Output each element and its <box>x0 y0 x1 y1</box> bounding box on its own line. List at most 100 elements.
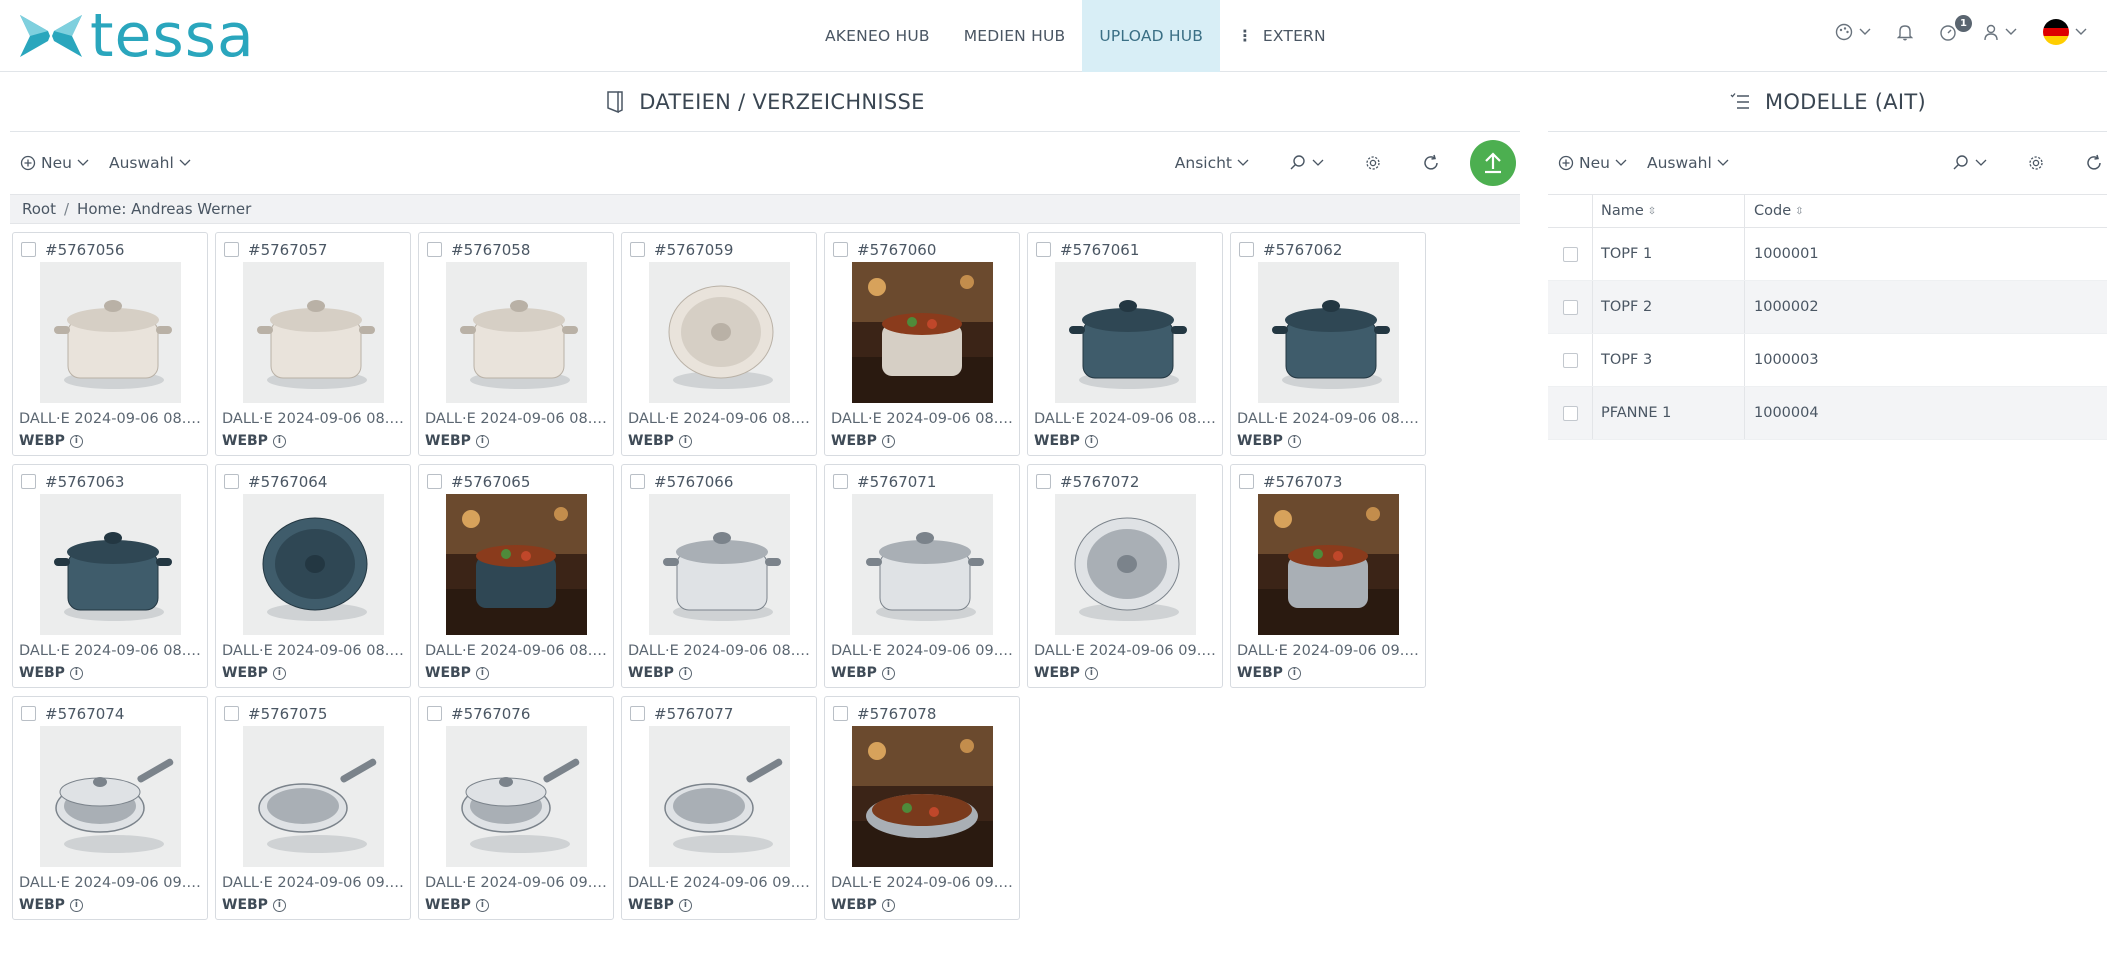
asset-card[interactable]: #5767058 DALL·E 2024-09-06 08.44.20 WEBP i <box>418 232 614 456</box>
row-checkbox[interactable] <box>1562 246 1578 262</box>
breadcrumb-root[interactable]: Root <box>22 200 56 218</box>
asset-card[interactable]: #5767061 DALL·E 2024-09-06 08.46.10 WEBP i <box>1027 232 1223 456</box>
info-icon[interactable]: i <box>678 434 692 448</box>
asset-checkbox[interactable] <box>21 242 36 257</box>
info-icon[interactable]: i <box>272 666 286 680</box>
asset-thumbnail[interactable] <box>40 494 181 635</box>
asset-checkbox[interactable] <box>21 706 36 721</box>
user-menu[interactable] <box>1983 23 2017 41</box>
asset-checkbox[interactable] <box>1239 242 1254 257</box>
theme-menu[interactable] <box>1835 23 1871 41</box>
asset-card[interactable]: #5767072 DALL·E 2024-09-06 09.10.07 WEBP i <box>1027 464 1223 688</box>
asset-card[interactable]: #5767057 DALL·E 2024-09-06 08.44.15 WEBP i <box>215 232 411 456</box>
asset-checkbox[interactable] <box>833 474 848 489</box>
asset-thumbnail[interactable] <box>1055 494 1196 635</box>
asset-checkbox[interactable] <box>630 474 645 489</box>
settings-button[interactable] <box>1364 154 1382 172</box>
asset-checkbox[interactable] <box>833 706 848 721</box>
info-icon[interactable]: i <box>1084 434 1098 448</box>
asset-card[interactable]: #5767073 DALL·E 2024-09-06 09.11.20 WEBP i <box>1230 464 1426 688</box>
asset-thumbnail[interactable] <box>446 262 587 403</box>
info-icon[interactable]: i <box>272 434 286 448</box>
model-refresh-button[interactable] <box>2085 154 2103 172</box>
new-button[interactable]: Neu <box>20 154 89 172</box>
asset-card[interactable]: #5767056 DALL·E 2024-09-06 08.44.11 WEBP i <box>12 232 208 456</box>
info-icon[interactable]: i <box>881 434 895 448</box>
asset-card[interactable]: #5767078 DALL·E 2024-09-06 09.16.22 WEBP i <box>824 696 1020 920</box>
asset-card[interactable]: #5767059 DALL·E 2024-09-06 08.44.24 WEBP i <box>621 232 817 456</box>
info-icon[interactable]: i <box>69 434 83 448</box>
info-icon[interactable]: i <box>1287 434 1301 448</box>
info-icon[interactable]: i <box>678 898 692 912</box>
asset-card[interactable]: #5767064 DALL·E 2024-09-06 08.46.22 WEBP i <box>215 464 411 688</box>
asset-checkbox[interactable] <box>1239 474 1254 489</box>
asset-card[interactable]: #5767065 DALL·E 2024-09-06 08.47.01 WEBP i <box>418 464 614 688</box>
asset-card[interactable]: #5767076 DALL·E 2024-09-06 09.15.40 WEBP i <box>418 696 614 920</box>
nav-upload-hub[interactable]: UPLOAD HUB <box>1082 0 1221 72</box>
asset-thumbnail[interactable] <box>649 494 790 635</box>
info-icon[interactable]: i <box>475 666 489 680</box>
asset-thumbnail[interactable] <box>446 494 587 635</box>
asset-card[interactable]: #5767060 DALL·E 2024-09-06 08.45.02 WEBP i <box>824 232 1020 456</box>
info-icon[interactable]: i <box>1084 666 1098 680</box>
asset-card[interactable]: #5767074 DALL·E 2024-09-06 09.15.31 WEBP i <box>12 696 208 920</box>
select-model-button[interactable]: Auswahl <box>1647 154 1729 172</box>
asset-thumbnail[interactable] <box>1055 262 1196 403</box>
asset-thumbnail[interactable] <box>243 494 384 635</box>
asset-thumbnail[interactable] <box>40 262 181 403</box>
asset-card[interactable]: #5767071 DALL·E 2024-09-06 09.10.03 WEBP i <box>824 464 1020 688</box>
asset-checkbox[interactable] <box>427 706 442 721</box>
asset-checkbox[interactable] <box>224 474 239 489</box>
asset-checkbox[interactable] <box>427 474 442 489</box>
asset-thumbnail[interactable] <box>852 726 993 867</box>
new-model-button[interactable]: Neu <box>1558 154 1627 172</box>
asset-card[interactable]: #5767063 DALL·E 2024-09-06 08.46.18 WEBP i <box>12 464 208 688</box>
asset-card[interactable]: #5767062 DALL·E 2024-09-06 08.46.14 WEBP i <box>1230 232 1426 456</box>
view-button[interactable]: Ansicht <box>1175 154 1249 172</box>
info-icon[interactable]: i <box>69 666 83 680</box>
asset-checkbox[interactable] <box>427 242 442 257</box>
asset-thumbnail[interactable] <box>649 262 790 403</box>
asset-thumbnail[interactable] <box>649 726 790 867</box>
info-icon[interactable]: i <box>881 898 895 912</box>
info-icon[interactable]: i <box>272 898 286 912</box>
table-row[interactable]: TOPF 2 1000002 <box>1548 281 2107 334</box>
asset-thumbnail[interactable] <box>40 726 181 867</box>
language-menu[interactable] <box>2043 19 2087 45</box>
info-icon[interactable]: i <box>881 666 895 680</box>
asset-checkbox[interactable] <box>630 706 645 721</box>
asset-thumbnail[interactable] <box>852 262 993 403</box>
asset-card[interactable]: #5767066 DALL·E 2024-09-06 08.58.40 WEBP i <box>621 464 817 688</box>
asset-card[interactable]: #5767075 DALL·E 2024-09-06 09.15.36 WEBP i <box>215 696 411 920</box>
asset-checkbox[interactable] <box>1036 242 1051 257</box>
table-row[interactable]: TOPF 3 1000003 <box>1548 334 2107 387</box>
column-name-header[interactable]: Name ⇳ <box>1592 195 1744 227</box>
select-button[interactable]: Auswahl <box>109 154 191 172</box>
model-search-button[interactable] <box>1952 154 1987 172</box>
nav-extern[interactable]: ⋮ EXTERN <box>1220 0 1343 72</box>
info-icon[interactable]: i <box>1287 666 1301 680</box>
column-code-header[interactable]: Code ⇳ <box>1744 195 2107 227</box>
asset-thumbnail[interactable] <box>446 726 587 867</box>
asset-checkbox[interactable] <box>224 242 239 257</box>
asset-checkbox[interactable] <box>630 242 645 257</box>
info-icon[interactable]: i <box>475 898 489 912</box>
asset-thumbnail[interactable] <box>852 494 993 635</box>
asset-checkbox[interactable] <box>21 474 36 489</box>
row-checkbox[interactable] <box>1562 405 1578 421</box>
tessa-logo[interactable]: tessa <box>18 6 255 66</box>
asset-thumbnail[interactable] <box>243 262 384 403</box>
search-button[interactable] <box>1289 154 1324 172</box>
row-checkbox[interactable] <box>1562 299 1578 315</box>
info-icon[interactable]: i <box>69 898 83 912</box>
asset-checkbox[interactable] <box>224 706 239 721</box>
upload-button[interactable] <box>1470 140 1516 186</box>
table-row[interactable]: PFANNE 1 1000004 <box>1548 387 2107 440</box>
model-settings-button[interactable] <box>2027 154 2045 172</box>
breadcrumb-current[interactable]: Home: Andreas Werner <box>77 200 251 218</box>
info-icon[interactable]: i <box>678 666 692 680</box>
refresh-button[interactable] <box>1422 154 1440 172</box>
asset-thumbnail[interactable] <box>1258 494 1399 635</box>
asset-thumbnail[interactable] <box>243 726 384 867</box>
row-checkbox[interactable] <box>1562 352 1578 368</box>
